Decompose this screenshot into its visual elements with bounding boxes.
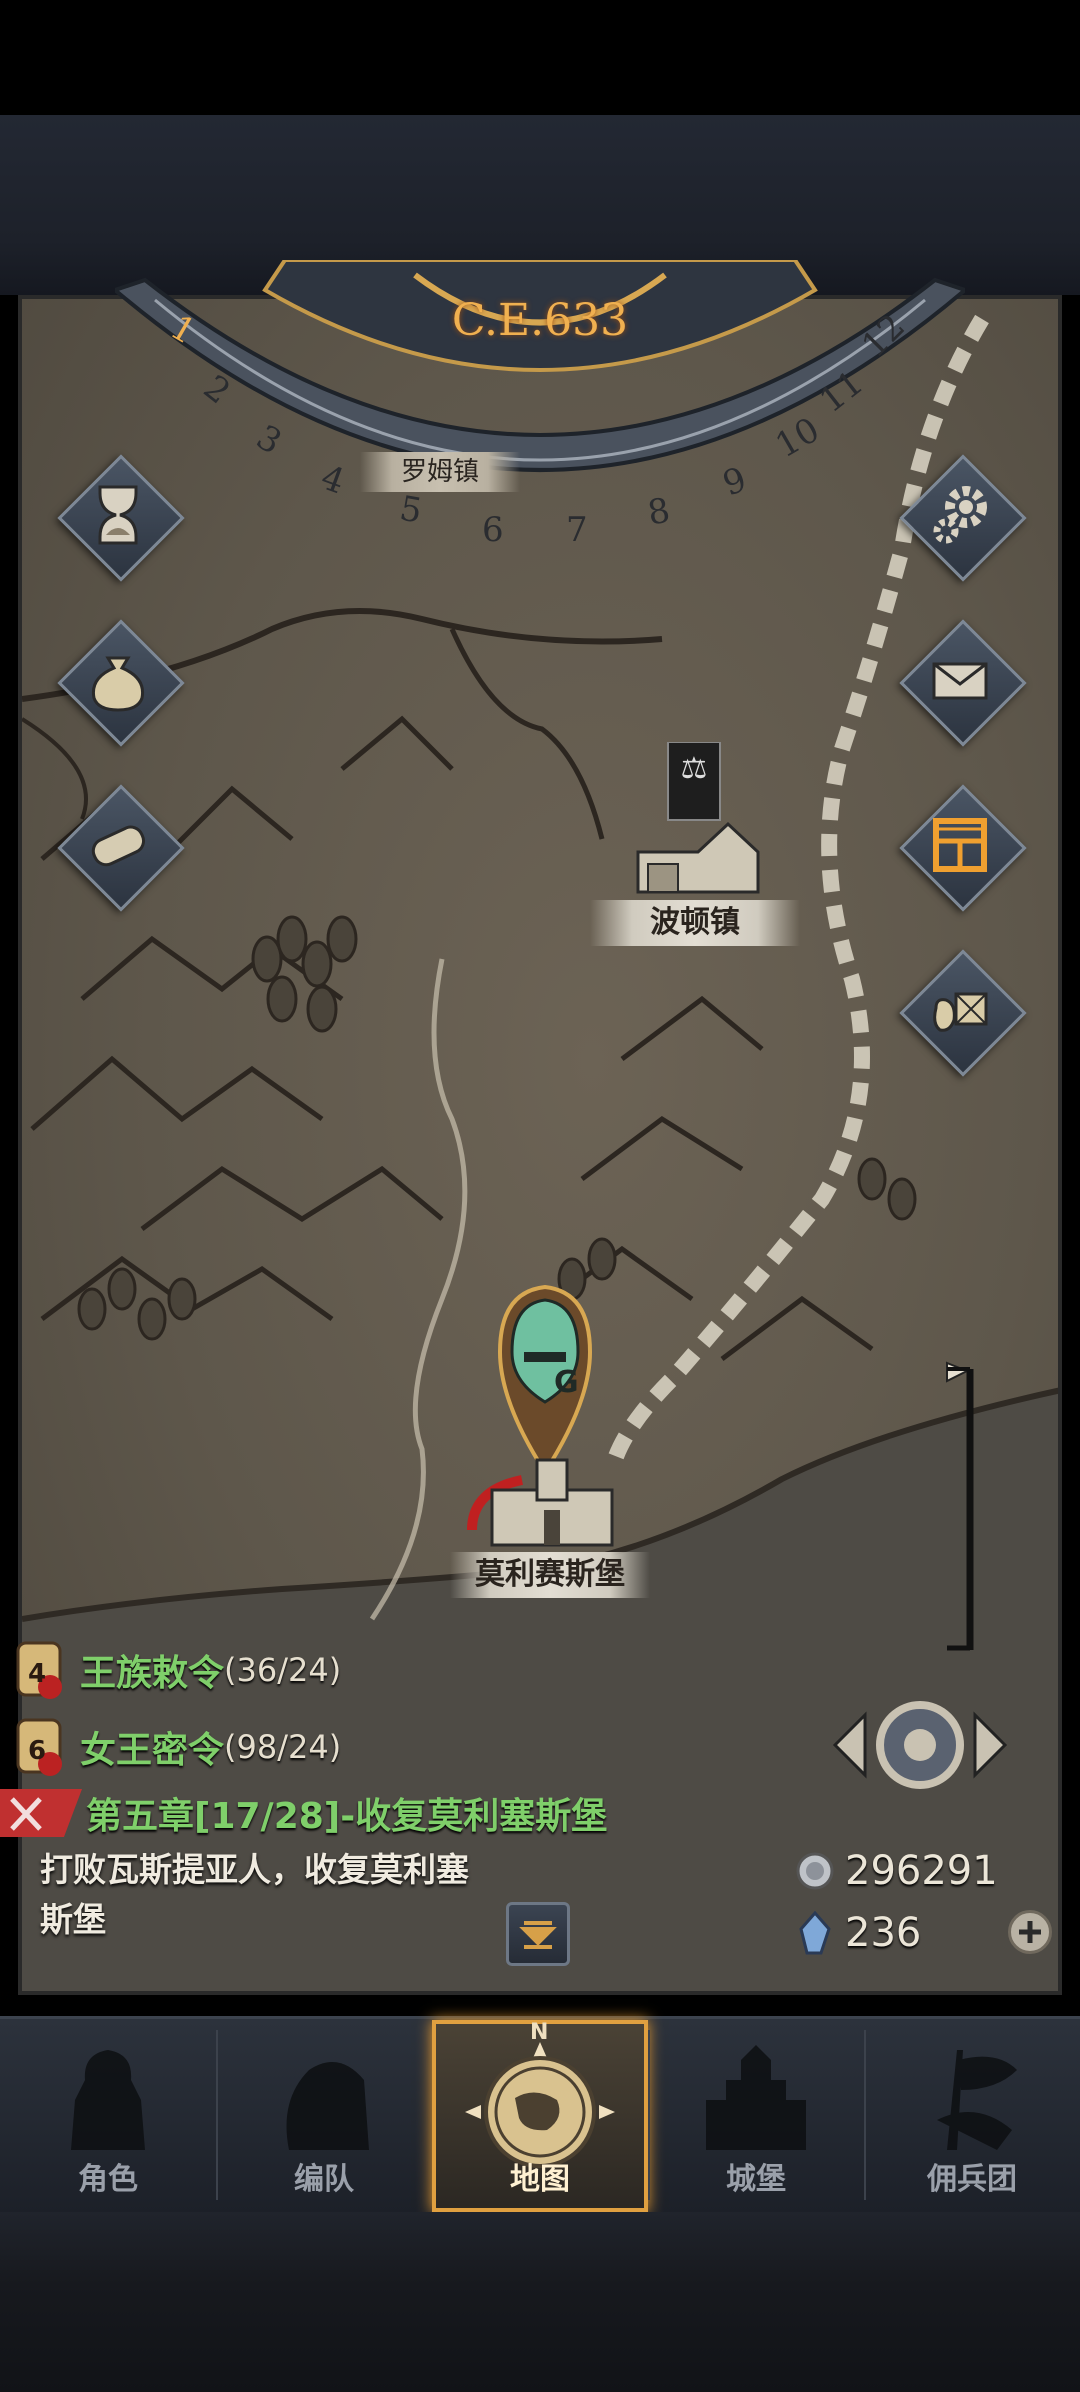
crystal-icon: [799, 1911, 831, 1955]
svg-text:G: G: [554, 1365, 579, 1400]
mail-button[interactable]: [899, 619, 1027, 747]
tab-label: 编队: [294, 2162, 354, 2197]
supplies-icon: [933, 992, 988, 1032]
helmet-icon: [286, 2062, 369, 2150]
money-bag-button[interactable]: [57, 619, 185, 747]
town-icon-1[interactable]: ⚖: [628, 742, 768, 902]
hourglass-button[interactable]: [57, 454, 185, 582]
chapter-description: 打败瓦斯提亚人，收复莫利塞斯堡: [40, 1850, 469, 1939]
crystal-resource: 236: [795, 1910, 921, 1956]
quest-royal-decree[interactable]: 4 王族敕令 (36/24): [10, 1635, 341, 1705]
window-button[interactable]: [899, 784, 1027, 912]
gear-icon: [933, 486, 987, 544]
tab-map[interactable]: N 地图: [432, 2020, 648, 2212]
quest-progress: (98/24): [224, 1728, 342, 1766]
mail-icon: [932, 662, 988, 700]
knight-icon: [71, 2050, 145, 2150]
quest-progress: (36/24): [224, 1651, 342, 1689]
castle-tab-icon: [706, 2045, 806, 2150]
silver-resource: 296291: [795, 1848, 998, 1894]
banner-icon: [937, 2050, 1017, 2150]
tab-label: 地图: [510, 2162, 570, 2197]
hourglass-icon: [98, 485, 138, 545]
supplies-button[interactable]: [899, 949, 1027, 1077]
plus-icon: [1019, 1921, 1041, 1943]
silver-amount: 296291: [845, 1848, 998, 1894]
tab-mercenary[interactable]: 佣兵团: [864, 2020, 1080, 2212]
quest-queen-order[interactable]: 6 女王密令 (98/24): [10, 1712, 341, 1782]
add-crystal-button[interactable]: [1008, 1910, 1052, 1954]
tab-castle[interactable]: 城堡: [648, 2020, 864, 2212]
crystal-amount: 236: [845, 1910, 922, 1956]
quest-name: 女王密令: [80, 1730, 225, 1771]
scroll-button[interactable]: [57, 784, 185, 912]
tab-label: 佣兵团: [927, 2162, 1017, 2197]
town-label-2[interactable]: 莫利赛斯堡: [450, 1552, 650, 1598]
status-area: [0, 0, 1080, 115]
scroll-icon: [91, 825, 146, 867]
chapter-title: 第五章[17/28]-收复莫利塞斯堡: [86, 1796, 608, 1837]
tab-label: 城堡: [726, 2162, 786, 2197]
settings-button[interactable]: [899, 454, 1027, 582]
chapter-objective[interactable]: 第五章[17/28]-收复莫利塞斯堡: [0, 1785, 607, 1841]
tab-formation[interactable]: 编队: [216, 2020, 432, 2212]
quest-badge-count: 4: [28, 1659, 47, 1689]
grid-window-icon: [933, 818, 987, 872]
month-7: 7: [566, 510, 588, 550]
locate-button[interactable]: [830, 1690, 1010, 1800]
castle-icon[interactable]: [462, 1450, 642, 1550]
svg-text:⚖: ⚖: [681, 751, 708, 786]
quest-name: 王族敕令: [80, 1653, 225, 1694]
collapse-button[interactable]: [506, 1902, 570, 1966]
month-6: 6: [482, 510, 504, 550]
zoom-slider[interactable]: [935, 1355, 995, 1655]
scroll-badge-icon: 4: [10, 1639, 72, 1701]
quest-badge-count: 6: [28, 1736, 47, 1766]
town-label-1[interactable]: 波顿镇: [590, 900, 800, 946]
era-year-label: C.E.633: [451, 295, 629, 346]
tab-character[interactable]: 角色: [0, 2020, 216, 2212]
tab-label: 角色: [78, 2162, 138, 2197]
silver-coin-icon: [796, 1852, 834, 1890]
town-label-partial[interactable]: 罗姆镇: [360, 452, 520, 492]
system-nav-area: [0, 2212, 1080, 2392]
scroll-badge-icon: 6: [10, 1716, 72, 1778]
chevron-down-icon: [519, 1921, 557, 1949]
crossed-swords-icon: [0, 1789, 82, 1837]
money-bag-icon: [91, 656, 145, 712]
